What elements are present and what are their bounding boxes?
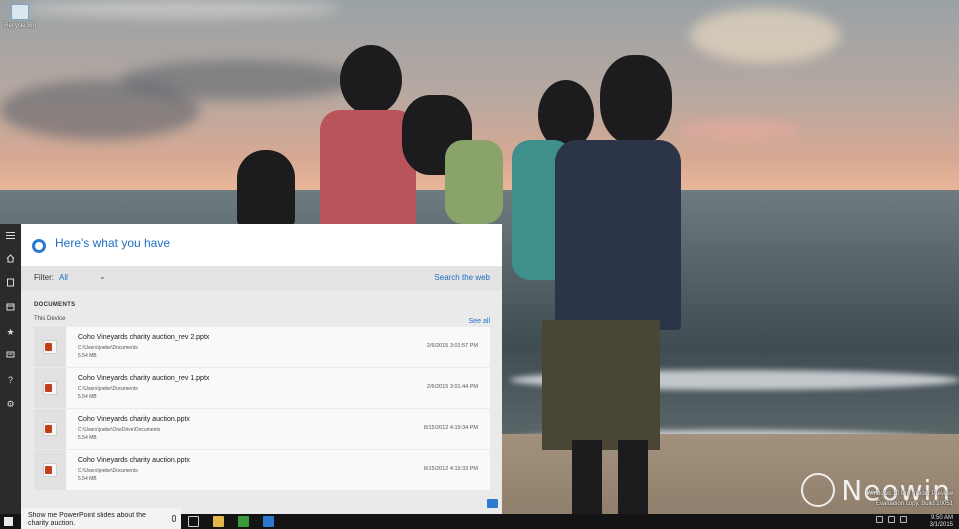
clock-time: 9:50 AM: [930, 515, 953, 521]
recycle-bin-label: Recycle Bin: [4, 23, 36, 29]
results-panel: Here's what you have Filter: All ⌄ Searc…: [21, 224, 502, 514]
notebook-icon[interactable]: [0, 276, 21, 292]
document-row[interactable]: Coho Vineyards charity auction_rev 1.ppt…: [34, 368, 490, 408]
clock[interactable]: 9:50 AM 3/1/2015: [930, 515, 953, 529]
store-icon[interactable]: [238, 516, 249, 527]
favorites-icon[interactable]: ★: [0, 324, 21, 340]
volume-icon[interactable]: [888, 516, 895, 523]
cortana-circle-icon: [32, 239, 46, 253]
document-path: C:\Users\joebe\Documents: [78, 386, 138, 392]
action-center-icon[interactable]: [900, 516, 907, 523]
evaluation-watermark: Windows 10 Pro Insider Preview Evaluatio…: [867, 489, 953, 509]
document-size: 5.54 MB: [78, 435, 97, 441]
document-row[interactable]: Coho Vineyards charity auction_rev 2.ppt…: [34, 327, 490, 367]
help-icon[interactable]: ?: [0, 372, 21, 388]
filter-label: Filter:: [34, 273, 54, 282]
watermark-build: Evaluation copy. Build 10051: [876, 501, 953, 507]
document-path: C:\Users\joebe\Documents: [78, 468, 138, 474]
document-name: Coho Vineyards charity auction.pptx: [78, 457, 190, 464]
document-date: 2/6/2015 3:01:44 PM: [426, 384, 478, 390]
see-all-link[interactable]: See all: [469, 318, 490, 325]
results-title: Here's what you have: [55, 236, 171, 250]
document-date: 8/15/2012 4:19:34 PM: [423, 425, 478, 431]
documents-section: DOCUMENTS This Device See all Coho Viney…: [21, 290, 502, 514]
document-size: 5.54 MB: [78, 394, 97, 400]
file-explorer-icon[interactable]: [213, 516, 224, 527]
neowin-mark-icon: [801, 473, 836, 507]
edge-browser-icon[interactable]: [263, 516, 274, 527]
document-name: Coho Vineyards charity auction_rev 2.ppt…: [78, 334, 210, 341]
watermark-edition: Windows 10 Pro Insider Preview: [866, 491, 953, 497]
powerpoint-file-icon: [43, 340, 57, 354]
results-header: Here's what you have: [21, 224, 502, 266]
start-button[interactable]: [4, 517, 13, 526]
cortana-panel: ★ ? ⚙ Here's what you have Filter: All ⌄…: [0, 224, 502, 514]
filter-dropdown[interactable]: All: [59, 273, 68, 282]
filter-bar: Filter: All ⌄ Search the web: [21, 266, 502, 290]
task-view-icon[interactable]: [188, 516, 199, 527]
microphone-icon[interactable]: [172, 515, 176, 522]
document-date: 2/6/2015 3:01:57 PM: [426, 343, 478, 349]
document-name: Coho Vineyards charity auction.pptx: [78, 416, 190, 423]
home-icon[interactable]: [0, 252, 21, 268]
network-icon[interactable]: [876, 516, 883, 523]
document-date: 8/15/2012 4:19:33 PM: [423, 466, 478, 472]
documents-heading: DOCUMENTS: [34, 302, 76, 308]
powerpoint-file-icon: [43, 381, 57, 395]
news-icon[interactable]: [0, 348, 21, 364]
search-the-web-link[interactable]: Search the web: [434, 273, 490, 282]
search-query-text: Show me PowerPoint slides about the char…: [28, 512, 146, 527]
document-path: C:\Users\joebe\Documents: [78, 345, 138, 351]
document-name: Coho Vineyards charity auction_rev 1.ppt…: [78, 375, 210, 382]
cortana-search-box[interactable]: Show me PowerPoint slides about the char…: [21, 508, 181, 529]
this-device-label: This Device: [34, 316, 66, 322]
document-row[interactable]: Coho Vineyards charity auction.pptx C:\U…: [34, 450, 490, 490]
document-path: C:\Users\joebe\OneDrive\Documents: [78, 427, 161, 433]
system-tray: [876, 516, 907, 523]
clock-date: 3/1/2015: [929, 522, 953, 528]
recycle-bin-icon: [11, 4, 29, 20]
document-row[interactable]: Coho Vineyards charity auction.pptx C:\U…: [34, 409, 490, 449]
powerpoint-file-icon: [43, 463, 57, 477]
powerpoint-file-icon: [43, 422, 57, 436]
feedback-icon[interactable]: [487, 499, 498, 508]
reminders-icon[interactable]: [0, 300, 21, 316]
chevron-down-icon[interactable]: ⌄: [99, 272, 106, 281]
hamburger-icon[interactable]: [0, 228, 21, 244]
cortana-rail: ★ ? ⚙: [0, 224, 21, 514]
recycle-bin-desktop-icon[interactable]: Recycle Bin: [4, 4, 36, 29]
settings-icon[interactable]: ⚙: [0, 396, 21, 412]
document-size: 5.54 MB: [78, 476, 97, 482]
document-size: 5.54 MB: [78, 353, 97, 359]
